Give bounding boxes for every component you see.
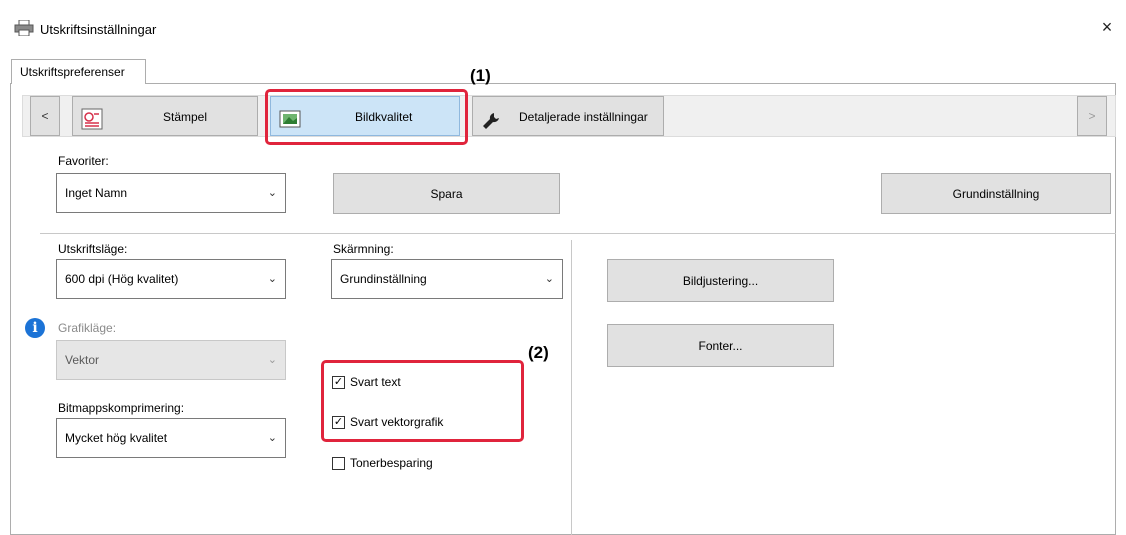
print-mode-value: 600 dpi (Hög kvalitet) <box>65 272 179 286</box>
highlight-box-1 <box>265 89 468 145</box>
nav-item-label: Detaljerade inställningar <box>519 110 648 124</box>
nav-item-stampel[interactable]: Stämpel <box>72 96 258 136</box>
tab-panel <box>10 83 1116 535</box>
callout-2: (2) <box>528 343 549 362</box>
close-button[interactable]: × <box>1096 16 1118 38</box>
graphics-mode-label: Grafikläge: <box>58 321 117 335</box>
bitmap-label: Bitmappskomprimering: <box>58 401 185 415</box>
highlight-box-2 <box>321 360 524 442</box>
screening-label: Skärmning: <box>333 242 394 256</box>
chevron-down-icon: ⌄ <box>267 432 277 444</box>
vertical-divider <box>571 240 572 535</box>
screening-select[interactable]: Grundinställning ⌄ <box>331 259 563 299</box>
screening-value: Grundinställning <box>340 272 427 286</box>
nav-item-label: Stämpel <box>163 110 208 124</box>
checkbox-label: Tonerbesparing <box>350 456 433 470</box>
favorites-label: Favoriter: <box>58 154 109 168</box>
save-button[interactable]: Spara <box>333 173 560 214</box>
nav-item-detaljerade-installningar[interactable]: Detaljerade inställningar <box>472 96 664 136</box>
chevron-down-icon: ⌄ <box>544 273 554 285</box>
wrench-icon <box>481 107 501 129</box>
nav-next-button[interactable]: > <box>1077 96 1107 136</box>
graphics-mode-select[interactable]: Vektor ⌄ <box>56 340 286 380</box>
favorites-select[interactable]: Inget Namn ⌄ <box>56 173 286 213</box>
chevron-down-icon: ⌄ <box>267 187 277 199</box>
printer-icon <box>14 19 34 37</box>
window-title: Utskriftsinställningar <box>40 22 157 37</box>
bitmap-select[interactable]: Mycket hög kvalitet ⌄ <box>56 418 286 458</box>
print-mode-select[interactable]: 600 dpi (Hög kvalitet) ⌄ <box>56 259 286 299</box>
title-bar: Utskriftsinställningar × <box>0 0 1126 54</box>
image-adjust-button[interactable]: Bildjustering... <box>607 259 834 302</box>
print-mode-label: Utskriftsläge: <box>58 242 128 256</box>
callout-1: (1) <box>470 66 491 85</box>
nav-prev-button[interactable]: < <box>30 96 60 136</box>
stamp-icon <box>81 106 103 130</box>
chevron-down-icon: ⌄ <box>267 273 277 285</box>
divider <box>40 233 1116 234</box>
chevron-down-icon: ⌄ <box>267 354 277 366</box>
tab-utskriftspreferenser[interactable]: Utskriftspreferenser <box>11 59 146 84</box>
default-button[interactable]: Grundinställning <box>881 173 1111 214</box>
graphics-mode-value: Vektor <box>65 353 100 367</box>
info-icon: i <box>25 318 45 338</box>
fonts-button[interactable]: Fonter... <box>607 324 834 367</box>
bitmap-value: Mycket hög kvalitet <box>65 431 168 445</box>
favorites-value: Inget Namn <box>65 186 128 200</box>
checkbox-box[interactable] <box>332 457 345 470</box>
